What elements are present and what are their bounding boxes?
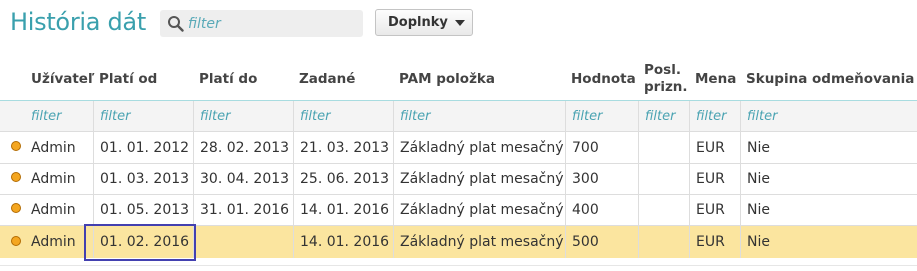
- cell-mena: EUR: [689, 132, 740, 163]
- column-header-posl-prizn[interactable]: Posl. prizn.: [638, 58, 689, 100]
- caret-down-icon: [454, 19, 465, 26]
- cell-plati-do: 28. 02. 2013: [193, 132, 293, 163]
- filter-skupina-odmenovania[interactable]: filter: [740, 101, 917, 131]
- table-filter-row: filter filter filter filter filter filte…: [0, 101, 917, 132]
- cell-skupina-odmenovania: Nie: [740, 226, 917, 258]
- cell-posl-prizn: [638, 132, 689, 163]
- cell-plati-do: [193, 226, 293, 258]
- column-header-posl-line2: prizn.: [644, 79, 688, 95]
- cell-focus-outline: [84, 224, 196, 261]
- cell-plati-od: 01. 01. 2012: [93, 132, 193, 163]
- column-header-plati-od[interactable]: Platí od: [93, 58, 193, 100]
- cell-mena: EUR: [689, 194, 740, 225]
- cell-pam-polozka: Základný plat mesačný: [393, 163, 565, 194]
- column-header-pam-polozka[interactable]: PAM položka: [393, 58, 565, 100]
- cell-plati-do: 30. 04. 2013: [193, 163, 293, 194]
- cell-hodnota: 400: [565, 194, 638, 225]
- cell-pam-polozka: Základný plat mesačný: [393, 226, 565, 258]
- cell-skupina-odmenovania: Nie: [740, 132, 917, 163]
- cell-skupina-odmenovania: Nie: [740, 163, 917, 194]
- cell-pam-polozka: Základný plat mesačný: [393, 132, 565, 163]
- table-header-row: Užívateľ Platí od Platí do Zadané PAM po…: [0, 58, 917, 102]
- filter-zadane[interactable]: filter: [293, 101, 393, 131]
- column-header-uzivatel[interactable]: Užívateľ: [25, 58, 94, 100]
- column-header-hodnota[interactable]: Hodnota: [565, 58, 638, 100]
- doplnky-dropdown-button[interactable]: Doplnky: [375, 9, 473, 36]
- filter-posl-prizn[interactable]: filter: [638, 101, 689, 131]
- cell-posl-prizn: [638, 163, 689, 194]
- filter-pam-polozka[interactable]: filter: [393, 101, 565, 131]
- filter-hodnota[interactable]: filter: [565, 101, 638, 131]
- cell-mena: EUR: [689, 163, 740, 194]
- column-header-zadane[interactable]: Zadané: [293, 58, 393, 100]
- column-header-posl-line1: Posl.: [644, 62, 681, 78]
- table-bottom-divider: [0, 265, 917, 266]
- cell-hodnota: 300: [565, 163, 638, 194]
- doplnky-label: Doplnky: [388, 15, 448, 30]
- cell-posl-prizn: [638, 226, 689, 258]
- table-row[interactable]: Admin 01. 05. 2013 31. 01. 2016 14. 01. …: [0, 194, 917, 226]
- cell-uzivatel: Admin: [31, 201, 76, 218]
- filter-uzivatel[interactable]: filter: [25, 101, 93, 131]
- cell-uzivatel: Admin: [31, 170, 76, 187]
- cell-zadane: 14. 01. 2016: [293, 194, 393, 225]
- table-row[interactable]: Admin 01. 03. 2013 30. 04. 2013 25. 06. …: [0, 163, 917, 195]
- cell-zadane: 14. 01. 2016: [293, 226, 393, 258]
- cell-pam-polozka: Základný plat mesačný: [393, 194, 565, 225]
- cell-plati-od: 01. 03. 2013: [93, 163, 193, 194]
- status-dot-icon: [11, 141, 21, 151]
- search-box[interactable]: [160, 10, 363, 37]
- cell-skupina-odmenovania: Nie: [740, 194, 917, 225]
- cell-plati-od: 01. 05. 2013: [93, 194, 193, 225]
- cell-hodnota: 500: [565, 226, 638, 258]
- status-dot-icon: [11, 172, 21, 182]
- cell-uzivatel: Admin: [31, 234, 76, 250]
- filter-plati-od[interactable]: filter: [93, 101, 193, 131]
- cell-posl-prizn: [638, 194, 689, 225]
- cell-hodnota: 700: [565, 132, 638, 163]
- page-title: História dát: [10, 8, 146, 36]
- cell-mena: EUR: [689, 226, 740, 258]
- column-header-plati-do[interactable]: Platí do: [193, 58, 293, 100]
- cell-zadane: 21. 03. 2013: [293, 132, 393, 163]
- cell-zadane: 25. 06. 2013: [293, 163, 393, 194]
- search-icon: [168, 16, 184, 32]
- filter-plati-do[interactable]: filter: [193, 101, 293, 131]
- filter-mena[interactable]: filter: [689, 101, 740, 131]
- cell-plati-do: 31. 01. 2016: [193, 194, 293, 225]
- search-input[interactable]: [188, 14, 356, 33]
- cell-uzivatel: Admin: [31, 139, 76, 156]
- status-dot-icon: [11, 236, 21, 246]
- column-header-skupina-odmenovania[interactable]: Skupina odmeňovania: [740, 58, 917, 100]
- column-header-mena[interactable]: Mena: [689, 58, 740, 100]
- table-row[interactable]: Admin 01. 01. 2012 28. 02. 2013 21. 03. …: [0, 132, 917, 164]
- status-dot-icon: [11, 203, 21, 213]
